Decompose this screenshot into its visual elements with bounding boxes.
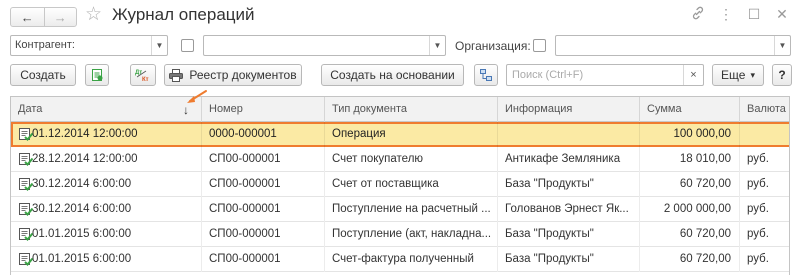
cell-info: База "Продукты": [498, 222, 640, 247]
table-row[interactable]: 30.12.2014 6:00:00 СП00-000001 Поступлен…: [11, 197, 789, 222]
dt-kt-button[interactable]: Дт Кт: [130, 64, 156, 86]
copy-document-button[interactable]: [85, 64, 109, 86]
cell-number: СП00-000001: [202, 172, 325, 197]
cell-number: СП00-000001: [202, 222, 325, 247]
document-registry-button[interactable]: Реестр документов: [164, 64, 302, 86]
cell-currency: руб.: [747, 178, 769, 190]
more-button[interactable]: Еще ▾: [712, 64, 764, 86]
cell-doc-type: Счет покупателю: [325, 147, 498, 172]
cell-sum: 2 000 000,00: [640, 197, 740, 222]
column-header-sum[interactable]: Сумма: [640, 97, 740, 122]
search-placeholder: Поиск (Ctrl+F): [512, 69, 584, 81]
document-registry-label: Реестр документов: [189, 68, 297, 82]
maximize-icon[interactable]: ☐: [746, 6, 762, 23]
chevron-down-icon[interactable]: ▼: [151, 36, 167, 55]
cell-date: 01.12.2014 12:00:00: [11, 122, 202, 147]
svg-text:Дт: Дт: [135, 70, 142, 76]
cell-currency: [740, 122, 789, 147]
organization-label: Организация:: [455, 39, 531, 53]
cell-currency: руб.: [747, 203, 769, 215]
cell-sum: 18 010,00: [640, 147, 740, 172]
svg-text:Кт: Кт: [142, 77, 149, 82]
organization-checkbox[interactable]: [533, 39, 546, 52]
table-row[interactable]: 30.12.2014 6:00:00 СП00-000001 Счет от п…: [11, 172, 789, 197]
cell-date: 28.12.2014 12:00:00: [11, 147, 202, 172]
column-header-currency[interactable]: Валюта: [740, 97, 789, 122]
table-row[interactable]: 28.12.2014 12:00:00 СП00-000001 Счет пок…: [11, 147, 789, 172]
table-body: 01.12.2014 12:00:00 0000-000001 Операция…: [11, 122, 789, 272]
table-row[interactable]: 01.12.2014 12:00:00 0000-000001 Операция…: [11, 122, 789, 147]
back-button[interactable]: ←: [11, 8, 44, 26]
copy-document-icon: [92, 69, 103, 81]
create-button[interactable]: Создать: [10, 64, 76, 86]
title-bar: ← → ☆ Журнал операций ⋮ ☐ ✕: [0, 0, 800, 32]
sort-descending-icon[interactable]: ↓: [183, 103, 189, 117]
window-controls: ⋮ ☐ ✕: [690, 6, 790, 23]
favorite-star-icon[interactable]: ☆: [85, 5, 102, 25]
cell-info: База "Продукты": [498, 247, 640, 272]
cell-doc-type: Поступление на расчетный ...: [325, 197, 498, 222]
create-based-on-button[interactable]: Создать на основании: [321, 64, 464, 86]
column-header-number[interactable]: Номер: [202, 97, 325, 122]
link-icon[interactable]: [690, 6, 706, 23]
cell-sum: 60 720,00: [640, 222, 740, 247]
navigation-group: ← →: [10, 7, 77, 27]
cell-number: СП00-000001: [202, 247, 325, 272]
cell-date: 01.01.2015 6:00:00: [11, 222, 202, 247]
cell-info: Голованов Эрнест Як...: [498, 197, 640, 222]
debit-credit-icon: ДтКт: [135, 70, 149, 82]
cell-info: База "Продукты": [498, 172, 640, 197]
cell-date: 01.01.2015 6:00:00: [11, 247, 202, 272]
table-row[interactable]: 01.01.2015 6:00:00 СП00-000001 Поступлен…: [11, 222, 789, 247]
column-header-date[interactable]: Дата: [11, 97, 202, 122]
page-title: Журнал операций: [112, 5, 255, 24]
chevron-down-icon: ▾: [750, 69, 755, 80]
cell-sum: 60 720,00: [640, 247, 740, 272]
contractor-value-field[interactable]: ▼: [203, 35, 446, 56]
printer-icon: [169, 68, 184, 82]
cell-date: 30.12.2014 6:00:00: [11, 172, 202, 197]
clear-search-icon[interactable]: ×: [683, 65, 703, 85]
cell-number: СП00-000001: [202, 147, 325, 172]
filter-row: Контрагент: ▼ ▼ Организация: ▼: [0, 35, 800, 57]
cell-number: СП00-000001: [202, 197, 325, 222]
column-header-info[interactable]: Информация: [498, 97, 640, 122]
cell-doc-type: Операция: [325, 122, 498, 147]
help-button[interactable]: ?: [772, 64, 792, 86]
cell-sum: 100 000,00: [640, 122, 740, 147]
chevron-down-icon[interactable]: ▼: [774, 36, 790, 55]
more-label: Еще: [721, 68, 746, 82]
cell-doc-type: Счет-фактура полученный: [325, 247, 498, 272]
search-input[interactable]: Поиск (Ctrl+F) ×: [506, 64, 704, 86]
contractor-select[interactable]: Контрагент: ▼: [10, 35, 168, 56]
structure-button[interactable]: [474, 64, 498, 86]
organization-field[interactable]: ▼: [555, 35, 791, 56]
cell-sum: 60 720,00: [640, 172, 740, 197]
toolbar: Создать Дт Кт Реестр документов Создать н…: [0, 64, 800, 88]
more-actions-icon[interactable]: ⋮: [718, 6, 734, 23]
column-header-doc-type[interactable]: Тип документа: [325, 97, 498, 122]
forward-button[interactable]: →: [43, 8, 77, 26]
cell-number: 0000-000001: [202, 122, 325, 147]
table-header: Дата ↓ Номер Тип документа Информация Су…: [11, 97, 789, 122]
cell-doc-type: Поступление (акт, накладна...: [325, 222, 498, 247]
cell-info: Антикафе Земляника: [498, 147, 640, 172]
operations-table: Дата ↓ Номер Тип документа Информация Су…: [10, 96, 790, 275]
cell-currency: руб.: [747, 228, 769, 240]
cell-currency: руб.: [747, 253, 769, 265]
contractor-checkbox[interactable]: [181, 39, 194, 52]
cell-currency: руб.: [747, 153, 769, 165]
cell-date: 30.12.2014 6:00:00: [11, 197, 202, 222]
table-row[interactable]: 01.01.2015 6:00:00 СП00-000001 Счет-факт…: [11, 247, 789, 272]
hierarchy-icon: [480, 69, 492, 81]
cell-doc-type: Счет от поставщика: [325, 172, 498, 197]
contractor-label: Контрагент:: [15, 39, 75, 51]
chevron-down-icon[interactable]: ▼: [429, 36, 445, 55]
close-icon[interactable]: ✕: [774, 6, 790, 23]
cell-info: [498, 122, 640, 147]
